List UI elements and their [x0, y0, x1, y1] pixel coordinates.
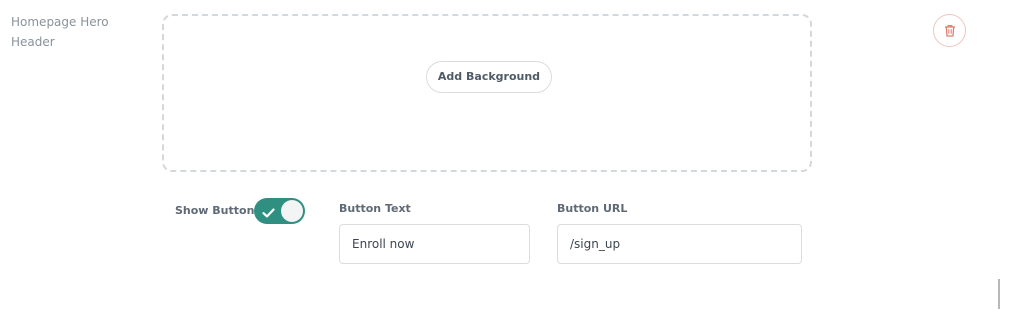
show-button-label: Show Button [175, 204, 255, 217]
toggle-knob [281, 200, 303, 222]
button-text-label: Button Text [339, 202, 411, 215]
button-url-input[interactable] [557, 224, 802, 264]
trash-icon [944, 24, 956, 37]
section-title: Homepage Hero Header [11, 15, 109, 49]
check-icon [262, 204, 275, 223]
add-background-button[interactable]: Add Background [426, 61, 552, 93]
button-url-label: Button URL [557, 202, 628, 215]
background-drop-zone[interactable] [162, 14, 812, 172]
show-button-toggle[interactable] [254, 198, 305, 224]
button-text-input[interactable] [339, 224, 530, 264]
delete-section-button[interactable] [933, 14, 966, 47]
scrollbar[interactable] [998, 279, 1000, 309]
